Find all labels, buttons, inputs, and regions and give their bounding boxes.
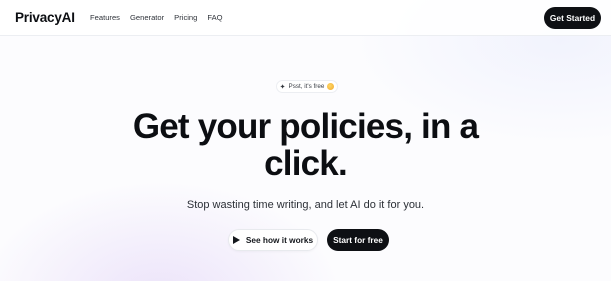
play-icon — [232, 236, 240, 244]
start-for-free-button[interactable]: Start for free — [327, 229, 389, 251]
smile-emoji-icon — [327, 83, 335, 90]
see-how-it-works-label: See how it works — [245, 235, 314, 245]
nav-link-generator[interactable]: Generator — [130, 13, 164, 22]
get-started-button[interactable]: Get Started — [544, 7, 601, 29]
nav-link-faq[interactable]: FAQ — [207, 13, 222, 22]
nav-link-features[interactable]: Features — [90, 13, 120, 22]
see-how-it-works-button[interactable]: See how it works — [228, 229, 318, 251]
free-badge: ✦ Psst, it's free — [276, 80, 338, 93]
hero-title: Get your policies, in a click. — [0, 108, 611, 182]
hero-title-line-1: Get your policies, in a — [132, 107, 479, 146]
sparkle-icon: ✦ — [279, 83, 286, 91]
hero-title-line-2: click. — [264, 144, 348, 183]
brand-logo[interactable]: PrivacyAI — [15, 10, 75, 25]
nav-link-pricing[interactable]: Pricing — [174, 13, 197, 22]
badge-text: Psst, it's free — [288, 83, 325, 90]
hero-subtitle: Stop wasting time writing, and let AI do… — [186, 199, 425, 211]
main-nav: Features Generator Pricing FAQ — [90, 13, 233, 22]
top-navbar: PrivacyAI Features Generator Pricing FAQ… — [0, 0, 611, 36]
